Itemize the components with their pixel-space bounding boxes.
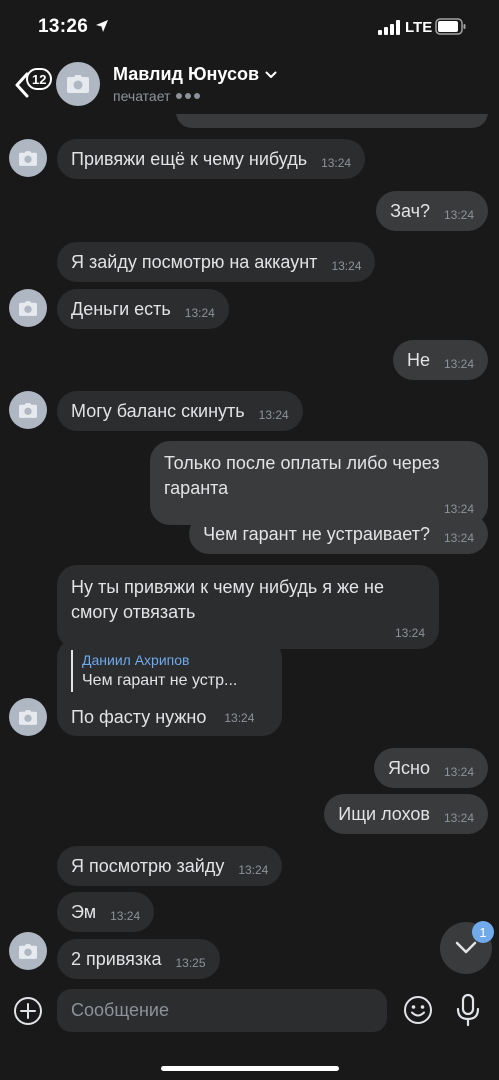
- message-time: 13:24: [443, 765, 474, 779]
- cellular-signal-icon: [378, 20, 400, 35]
- unread-count-badge: 12: [26, 68, 53, 90]
- home-indicator: [161, 1066, 339, 1071]
- camera-icon: [67, 75, 89, 93]
- message-text: Ясно: [388, 757, 430, 778]
- sender-avatar[interactable]: [9, 698, 47, 736]
- message-time: 13:24: [443, 357, 474, 371]
- status-bar: 13:26 LTE: [0, 0, 499, 56]
- message-text: Я посмотрю зайду: [71, 855, 225, 876]
- message-text: Эм: [71, 901, 97, 922]
- sender-avatar[interactable]: [9, 139, 47, 177]
- message-bubble-outgoing[interactable]: Только после оплаты либо через гаранта 1…: [150, 441, 488, 525]
- sender-avatar[interactable]: [9, 391, 47, 429]
- new-messages-badge: 1: [472, 921, 494, 943]
- reply-author: Даниил Ахрипов: [82, 652, 190, 668]
- message-bubble-incoming[interactable]: Ну ты привяжи к чему нибудь я же не смог…: [57, 565, 439, 649]
- message-time: 13:24: [238, 863, 269, 877]
- message-text: Только после оплаты либо через гаранта: [164, 453, 440, 498]
- message-composer: [0, 984, 499, 1080]
- sender-avatar[interactable]: [9, 932, 47, 970]
- typing-status: печатает: [113, 88, 201, 104]
- message-time: 13:24: [321, 156, 352, 170]
- message-text: Не: [406, 349, 430, 370]
- message-bubble-incoming[interactable]: Привяжи ещё к чему нибудь 13:24: [57, 139, 366, 179]
- chat-header: 12 Мавлид Юнусов печатает: [0, 56, 499, 114]
- message-text: Зач?: [390, 200, 430, 221]
- message-bubble-outgoing[interactable]: Не 13:24: [392, 340, 488, 380]
- message-text: Привяжи ещё к чему нибудь: [71, 148, 308, 169]
- message-bubble-cutoff: [176, 114, 488, 128]
- attach-plus-button[interactable]: [13, 996, 43, 1026]
- message-text: Чем гарант не устраивает?: [203, 523, 430, 544]
- sender-avatar[interactable]: [9, 289, 47, 327]
- battery-icon: [435, 18, 466, 35]
- message-text: Я зайду посмотрю на аккаунт: [71, 251, 318, 272]
- message-text: Ищи лохов: [338, 803, 430, 824]
- message-time: 13:24: [443, 811, 474, 825]
- back-button[interactable]: 12: [8, 62, 53, 106]
- location-arrow-icon: [96, 20, 108, 32]
- message-bubble-incoming[interactable]: Я посмотрю зайду 13:24: [57, 846, 283, 886]
- message-bubble-incoming[interactable]: Могу баланс скинуть 13:24: [57, 391, 303, 431]
- message-text: Ну ты привяжи к чему нибудь я же не смог…: [71, 577, 384, 622]
- message-time: 13:24: [224, 711, 255, 725]
- typing-dots-icon: [176, 93, 201, 99]
- network-type-label: LTE: [405, 19, 433, 36]
- emoji-smile-icon[interactable]: [402, 994, 434, 1026]
- message-time: 13:24: [443, 208, 474, 222]
- message-bubble-outgoing[interactable]: Чем гарант не устраивает? 13:24: [189, 514, 488, 554]
- message-bubble-outgoing[interactable]: Зач? 13:24: [376, 191, 488, 231]
- status-time: 13:26: [38, 16, 89, 37]
- message-bubble-incoming[interactable]: Эм 13:24: [57, 892, 155, 932]
- message-bubble-outgoing[interactable]: Ясно 13:24: [374, 748, 488, 788]
- message-bubble-incoming[interactable]: Даниил Ахрипов Чем гарант не устр... По …: [57, 638, 282, 736]
- message-time: 13:24: [331, 259, 362, 273]
- message-text: Деньги есть: [71, 298, 171, 319]
- reply-text: Чем гарант не устр...: [82, 672, 238, 689]
- message-text: Могу баланс скинуть: [71, 400, 245, 421]
- message-text: 2 привязка: [71, 948, 162, 969]
- message-bubble-incoming[interactable]: 2 привязка 13:25: [57, 939, 220, 979]
- message-bubble-incoming[interactable]: Деньги есть 13:24: [57, 289, 229, 329]
- contact-title[interactable]: Мавлид Юнусов: [113, 64, 277, 85]
- typing-status-label: печатает: [113, 88, 171, 104]
- message-list[interactable]: Привяжи ещё к чему нибудь 13:24 Зач? 13:…: [0, 114, 499, 984]
- message-input[interactable]: [57, 989, 387, 1032]
- message-time: 13:24: [110, 909, 141, 923]
- camera-icon: [19, 709, 37, 725]
- reply-quote[interactable]: Даниил Ахрипов Чем гарант не устр...: [71, 650, 268, 692]
- camera-icon: [19, 150, 37, 166]
- message-text: По фасту нужно: [71, 707, 207, 727]
- camera-icon: [19, 943, 37, 959]
- message-time: 13:25: [175, 956, 206, 970]
- contact-name: Мавлид Юнусов: [113, 64, 260, 84]
- contact-avatar[interactable]: [56, 62, 100, 106]
- chevron-down-icon: [455, 941, 477, 954]
- microphone-icon[interactable]: [455, 993, 481, 1027]
- message-time: 13:24: [184, 306, 215, 320]
- camera-icon: [19, 300, 37, 316]
- message-bubble-incoming[interactable]: Я зайду посмотрю на аккаунт 13:24: [57, 242, 376, 282]
- message-bubble-outgoing[interactable]: Ищи лохов 13:24: [324, 794, 488, 834]
- camera-icon: [19, 402, 37, 418]
- message-time: 13:24: [443, 531, 474, 545]
- chevron-down-icon: [265, 71, 277, 78]
- message-time: 13:24: [258, 408, 289, 422]
